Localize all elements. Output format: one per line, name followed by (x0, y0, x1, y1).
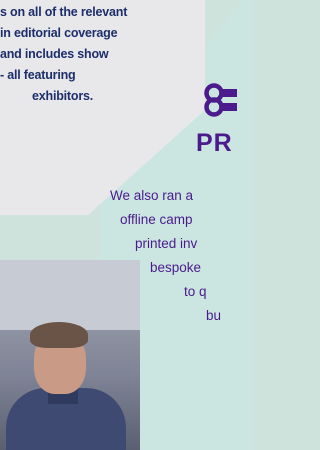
grey-text-line: and includes show (0, 47, 109, 61)
pr-body-line: We also ran a (110, 188, 194, 203)
pr-heading: PR (196, 129, 233, 157)
grey-text-line: s on all of the relevant (0, 5, 128, 19)
pr-body-line: to q (184, 284, 207, 299)
pr-logo-icon (204, 83, 237, 117)
page: s on all of the relevant in editorial co… (0, 0, 254, 450)
grey-text-line: in editorial coverage (0, 26, 118, 40)
grey-text-line: - all featuring (0, 68, 76, 82)
grey-panel-text: s on all of the relevant in editorial co… (0, 2, 205, 107)
grey-text-line: exhibitors. (32, 89, 94, 103)
pr-body-line: printed inv (135, 236, 198, 251)
pr-body-line: bespoke (150, 260, 202, 275)
pr-body-line: offline camp (120, 212, 193, 227)
pr-body-line: bu (206, 308, 222, 323)
